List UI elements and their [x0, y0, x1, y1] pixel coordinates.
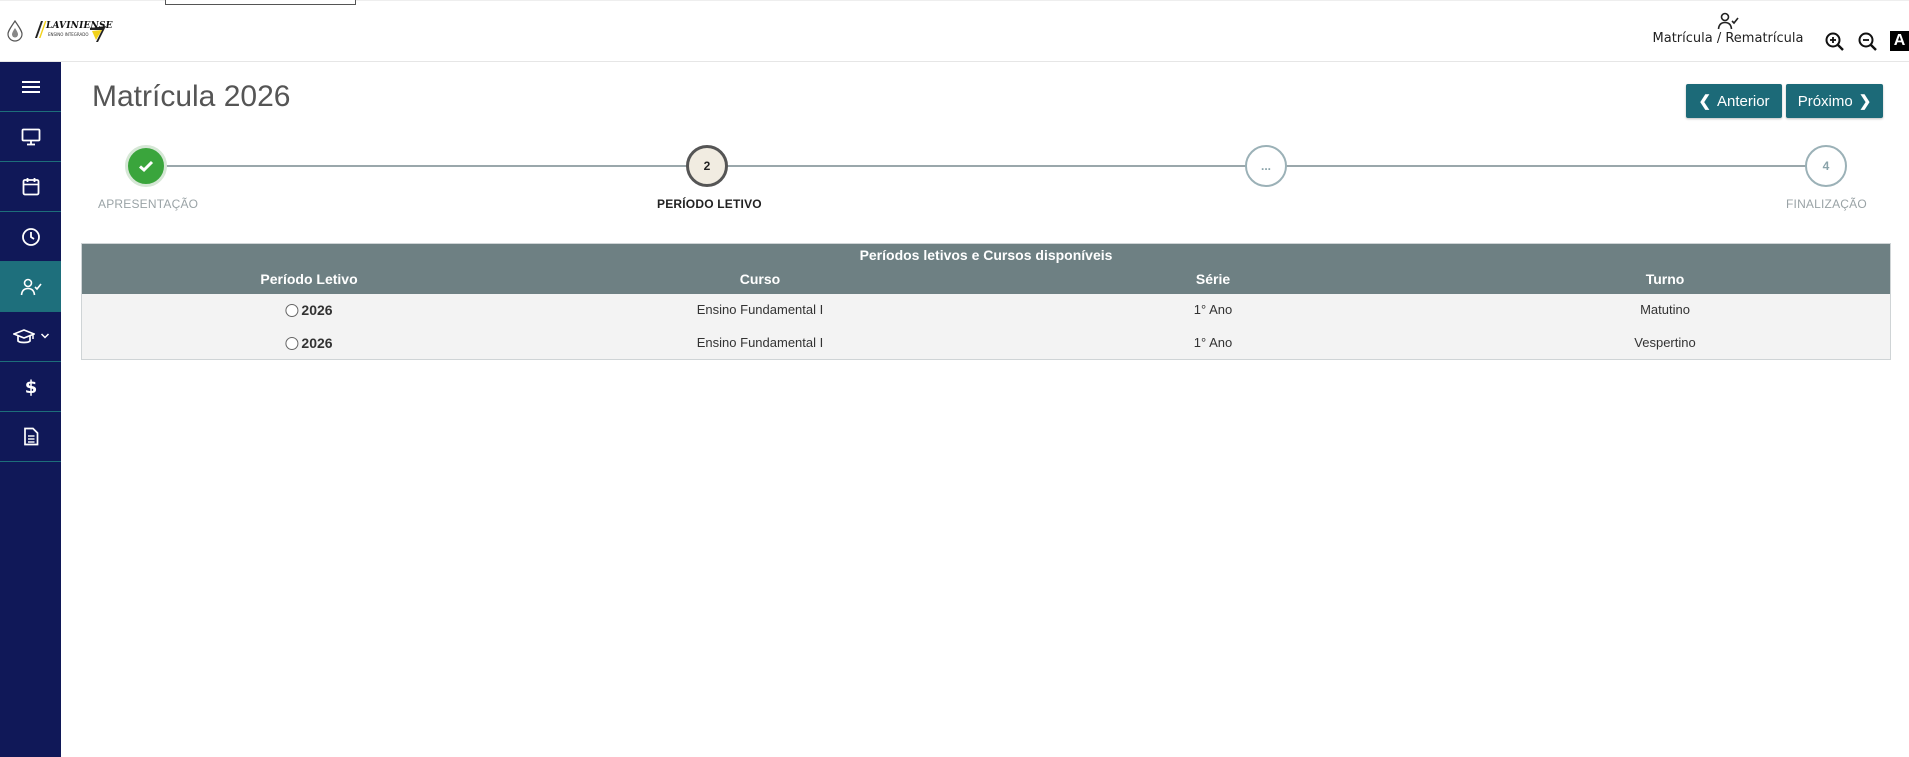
monitor-icon — [21, 128, 40, 145]
stepper-line — [146, 165, 1826, 167]
sidebar-item-academic[interactable] — [0, 312, 61, 362]
user-check-icon — [1717, 12, 1739, 30]
brand-logo: LAVINIENSE ENSINO INTEGRADO — [32, 18, 113, 44]
drop-logo-icon — [7, 20, 23, 42]
sidebar: $ — [0, 62, 61, 757]
table-caption: Períodos letivos e Cursos disponíveis — [859, 247, 1113, 263]
sidebar-item-dashboard[interactable] — [0, 112, 61, 162]
step-label-apresentacao: APRESENTAÇÃO — [98, 197, 199, 211]
period-radio[interactable] — [285, 303, 299, 317]
top-header: LAVINIENSE ENSINO INTEGRADO Matrícula / … — [0, 0, 1909, 62]
curso-cell: Ensino Fundamental I — [696, 335, 824, 350]
dollar-icon: $ — [24, 377, 37, 397]
step-label-periodo-letivo: PERÍODO LETIVO — [657, 197, 762, 211]
matricula-shortcut-label: Matrícula / Rematrícula — [1652, 31, 1804, 46]
step-marker: ... — [1260, 159, 1271, 173]
chevron-right-icon: ❯ — [1858, 93, 1872, 110]
column-header-turno: Turno — [1645, 271, 1685, 287]
step-periodo-letivo[interactable]: 2 — [686, 145, 728, 187]
chevron-left-icon: ❮ — [1698, 93, 1712, 110]
sidebar-item-menu[interactable] — [0, 62, 61, 112]
serie-cell: 1° Ano — [1193, 335, 1233, 350]
calendar-icon — [22, 178, 39, 196]
sidebar-item-calendar[interactable] — [0, 162, 61, 212]
curso-cell: Ensino Fundamental I — [696, 302, 824, 317]
next-button-label: Próximo — [1797, 92, 1853, 110]
courses-table: Períodos letivos e Cursos disponíveis Pe… — [81, 243, 1891, 360]
sidebar-item-financial[interactable]: $ — [0, 362, 61, 412]
matricula-shortcut-button[interactable]: Matrícula / Rematrícula — [1643, 10, 1813, 54]
graduation-cap-icon — [12, 328, 35, 343]
column-header-curso: Curso — [739, 271, 781, 287]
periodo-value: 2026 — [301, 335, 333, 351]
table-header: Períodos letivos e Cursos disponíveis Pe… — [82, 244, 1890, 294]
periodo-cell: 2026 — [285, 335, 333, 351]
periodo-cell: 2026 — [285, 302, 333, 318]
sidebar-item-history[interactable] — [0, 212, 61, 262]
step-marker: 4 — [1822, 159, 1830, 173]
brand-subtitle: ENSINO INTEGRADO — [48, 32, 89, 37]
previous-button-label: Anterior — [1717, 92, 1770, 110]
next-button[interactable]: Próximo ❯ — [1786, 84, 1883, 118]
font-size-button[interactable]: A — [1890, 31, 1909, 51]
turno-cell: Vespertino — [1634, 335, 1696, 350]
turno-cell: Matutino — [1640, 302, 1690, 317]
menu-icon — [21, 80, 40, 93]
column-header-serie: Série — [1195, 271, 1231, 287]
chevron-down-icon — [40, 333, 50, 339]
sidebar-item-matricula[interactable] — [0, 262, 61, 312]
column-header-periodo: Período Letivo — [260, 271, 358, 287]
clock-icon — [21, 227, 40, 246]
table-row[interactable]: 2026 Ensino Fundamental I 1° Ano Matutin… — [82, 294, 1890, 327]
table-row[interactable]: 2026 Ensino Fundamental I 1° Ano Vespert… — [82, 327, 1890, 360]
document-icon — [23, 427, 38, 446]
svg-text:$: $ — [24, 377, 37, 397]
previous-button[interactable]: ❮ Anterior — [1686, 84, 1782, 118]
sidebar-item-documents[interactable] — [0, 412, 61, 462]
serie-cell: 1° Ano — [1193, 302, 1233, 317]
zoom-in-icon[interactable] — [1824, 31, 1846, 53]
periodo-value: 2026 — [301, 302, 333, 318]
zoom-out-icon[interactable] — [1857, 31, 1879, 53]
step-intermediate[interactable]: ... — [1245, 145, 1287, 187]
url-box — [165, 0, 356, 5]
period-radio[interactable] — [285, 336, 299, 350]
check-icon — [139, 160, 154, 173]
page-title: Matrícula 2026 — [92, 80, 291, 113]
step-label-finalizacao: FINALIZAÇÃO — [1786, 197, 1867, 211]
user-check-icon — [20, 278, 42, 295]
step-marker: 2 — [703, 159, 711, 173]
step-apresentacao[interactable] — [125, 145, 167, 187]
step-finalizacao[interactable]: 4 — [1805, 145, 1847, 187]
brand-name: LAVINIENSE — [46, 21, 113, 31]
